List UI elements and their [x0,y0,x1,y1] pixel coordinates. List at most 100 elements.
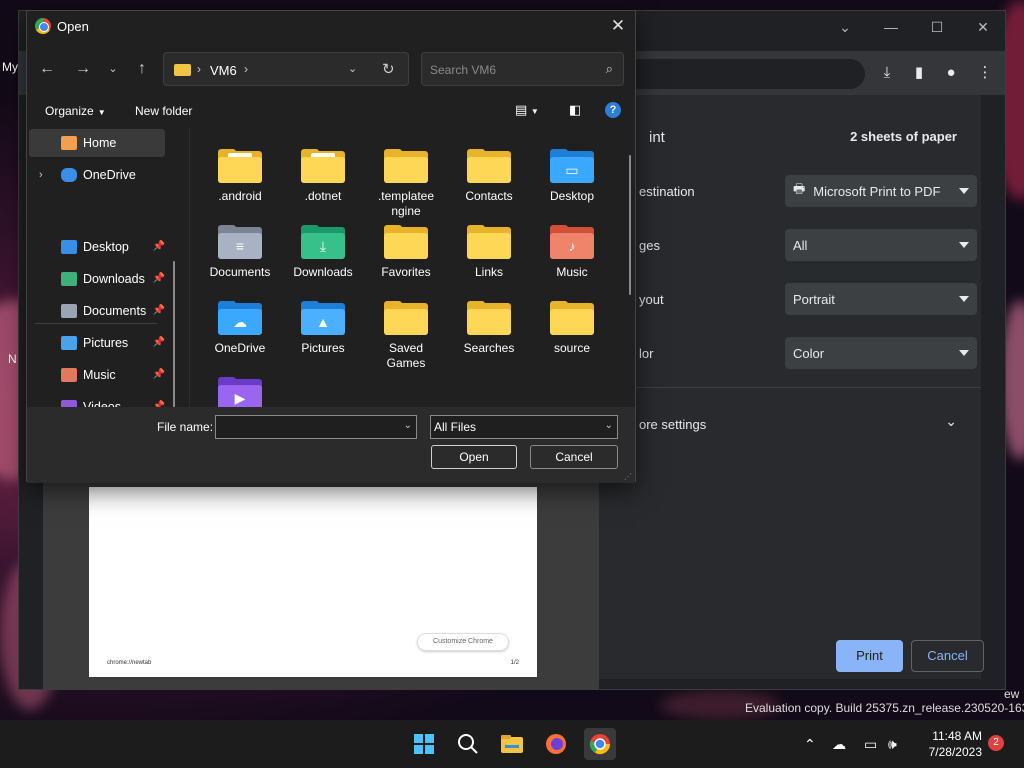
file-item[interactable]: .android [201,149,279,204]
file-item[interactable]: Searches [450,301,528,356]
layout-select[interactable]: Portrait [785,283,977,315]
preview-pane-icon[interactable]: ◧ [569,102,581,118]
file-item[interactable]: Saved Games [367,301,445,371]
search-input[interactable] [430,61,590,79]
help-icon[interactable]: ? [605,102,621,118]
file-name-input[interactable]: ⌄ [215,415,417,439]
nav-item-onedrive[interactable]: › OneDrive [29,161,165,189]
color-label: lor [639,346,654,361]
profile-icon[interactable]: ● [939,61,963,85]
close-icon[interactable]: ✕ [607,15,629,37]
close-icon[interactable]: ✕ [971,17,995,37]
chevron-up-icon[interactable]: ⌃ [804,736,816,753]
nav-item-desktop[interactable]: Desktop 📌 [29,233,165,261]
file-explorer-button[interactable] [496,728,528,760]
more-settings-toggle[interactable]: ore settings [639,417,706,432]
chevron-right-icon[interactable]: › [244,62,248,76]
cancel-button[interactable]: Cancel [911,640,984,672]
nav-label: Documents [83,304,147,318]
clock[interactable]: 11:48 AM 7/28/2023 [912,728,982,760]
minimize-icon[interactable]: — [879,17,903,37]
network-off-icon[interactable]: ☁ [832,736,846,753]
start-button[interactable] [408,728,440,760]
destination-select[interactable]: 🖶 Microsoft Print to PDF [785,175,977,207]
side-panel-icon[interactable]: ▮ [907,61,931,85]
notification-badge[interactable]: 2 [988,735,1004,751]
omnibox[interactable] [599,59,865,89]
folder-icon [384,149,428,183]
file-item[interactable]: ≡ Documents [201,225,279,280]
organize-menu[interactable]: Organize ▼ [45,104,106,118]
chevron-down-icon[interactable]: ⌄ [945,413,957,430]
recent-locations-icon[interactable]: ⌄ [101,57,125,81]
up-icon[interactable]: ↑ [130,57,154,81]
scrollbar[interactable] [173,261,175,425]
tab-search-icon[interactable]: ⌄ [833,17,857,37]
resize-grip-icon[interactable]: ⋰ [624,472,632,481]
display-icon[interactable]: ▭ [864,736,877,753]
pin-icon[interactable]: 📌 [153,241,165,252]
file-item-label: Searches [463,341,515,355]
nav-label: Desktop [83,240,129,254]
forward-icon[interactable]: → [71,57,95,81]
folder-icon [218,149,262,183]
nav-item-music[interactable]: Music 📌 [29,361,165,389]
pin-icon[interactable]: 📌 [153,337,165,348]
desktop-icon-label[interactable]: My [2,60,18,74]
desktop-icon-label[interactable]: N [8,352,17,366]
file-item[interactable]: Contacts [450,149,528,204]
pin-icon[interactable]: 📌 [153,305,165,316]
volume-icon[interactable]: 🕪 [888,736,897,753]
menu-icon[interactable]: ⋮ [973,61,997,85]
file-item[interactable]: ▲ Pictures [284,301,362,356]
destination-value: Microsoft Print to PDF [813,183,941,199]
color-select[interactable]: Color [785,337,977,369]
file-item[interactable]: ♪ Music [533,225,611,280]
chevron-down-icon[interactable]: ⌄ [348,62,357,75]
file-item-label: Documents [209,265,271,279]
download-icon[interactable]: ⤓ [875,61,899,85]
file-item[interactable]: .dotnet [284,149,362,204]
file-item-label: .templatee ngine [367,189,445,219]
print-button[interactable]: Print [836,640,903,672]
sheet-count: 2 sheets of paper [850,129,957,144]
nav-item-home[interactable]: Home [29,129,165,157]
pin-icon[interactable]: 📌 [153,369,165,380]
search-button[interactable] [452,728,484,760]
file-item[interactable]: Links [450,225,528,280]
maximize-icon[interactable]: ☐ [925,17,949,37]
time: 11:48 AM [932,729,982,743]
nav-item-pictures[interactable]: Pictures 📌 [29,329,165,357]
file-item[interactable]: Favorites [367,225,445,280]
chrome-button[interactable] [584,728,616,760]
file-item-label: Contacts [465,189,513,203]
search-box[interactable]: ⌕ [421,52,624,86]
new-folder-button[interactable]: New folder [135,104,192,118]
nav-item-documents[interactable]: Documents 📌 [29,297,165,325]
file-item[interactable]: source [533,301,611,356]
file-item[interactable]: ⤓ Downloads [284,225,362,280]
breadcrumb[interactable]: VM6 [210,63,237,78]
view-options-icon[interactable]: ▤ ▼ [515,102,539,118]
nav-item-downloads[interactable]: Downloads 📌 [29,265,165,293]
organize-label: Organize [45,104,94,118]
file-item[interactable]: ▭ Desktop [533,149,611,204]
downloads-folder-icon: ⤓ [301,225,345,259]
watermark-fragment: ew [1004,687,1020,701]
home-icon [61,136,77,150]
cancel-button[interactable]: Cancel [530,445,618,469]
pages-select[interactable]: All [785,229,977,261]
file-type-select[interactable]: All Files ⌄ [430,415,618,439]
back-icon[interactable]: ← [35,57,59,81]
refresh-icon[interactable]: ↻ [382,60,395,78]
print-title: int [649,129,665,146]
file-item[interactable]: ☁ OneDrive [201,301,279,356]
file-item[interactable]: .templatee ngine [367,149,445,219]
pin-icon[interactable]: 📌 [153,273,165,284]
firefox-button[interactable] [540,728,572,760]
chevron-down-icon[interactable]: ⌄ [404,420,412,431]
chevron-right-icon[interactable]: › [39,169,43,181]
scrollbar[interactable] [629,155,631,295]
open-button[interactable]: Open [431,445,517,469]
address-bar[interactable]: › VM6 › ⌄ ↻ [163,52,409,86]
